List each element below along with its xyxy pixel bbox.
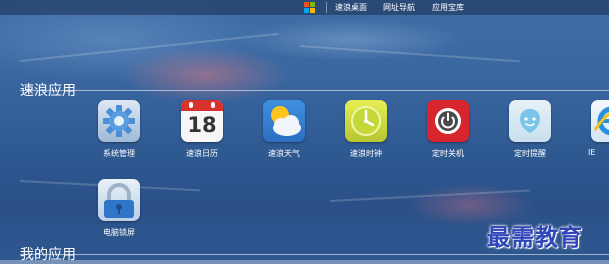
topbar-link-app-store[interactable]: 应用宝库	[432, 2, 464, 13]
background-streak	[329, 189, 530, 202]
topbar-link-navigation[interactable]: 网址导航	[383, 2, 415, 13]
app-system-management[interactable]: 系统管理	[89, 100, 149, 170]
topbar-link-desktop[interactable]: 速浪桌面	[335, 2, 367, 13]
watermark-text: 最需教育	[487, 224, 583, 251]
app-clock[interactable]: 速浪时钟	[336, 100, 396, 170]
calendar-icon: 18	[181, 100, 223, 142]
app-label: 速浪日历	[186, 149, 218, 158]
app-label: 系统管理	[103, 149, 135, 158]
topbar-separator	[326, 2, 327, 13]
app-label: 速浪天气	[268, 149, 300, 158]
clock-icon	[345, 100, 387, 142]
section-divider	[20, 90, 609, 91]
weather-icon	[263, 100, 305, 142]
app-calendar[interactable]: 18 速浪日历	[172, 100, 232, 170]
app-scheduled-shutdown[interactable]: 定时关机	[418, 100, 478, 170]
ie-icon	[591, 100, 609, 142]
gear-icon	[98, 100, 140, 142]
calendar-day: 18	[187, 113, 217, 137]
reminder-icon	[509, 100, 551, 142]
app-ie[interactable]: IE	[582, 100, 609, 170]
app-label: IE	[588, 148, 596, 157]
bottom-strip	[0, 260, 609, 264]
app-weather[interactable]: 速浪天气	[254, 100, 314, 170]
app-label: 定时提醒	[514, 149, 546, 158]
section-divider	[20, 254, 609, 255]
power-icon	[427, 100, 469, 142]
app-label: 电脑锁屏	[103, 228, 135, 237]
app-lock-screen[interactable]: 电脑锁屏	[89, 179, 149, 249]
background-streak	[299, 45, 520, 63]
top-bar: 速浪桌面 网址导航 应用宝库	[0, 0, 609, 15]
app-label: 速浪时钟	[350, 149, 382, 158]
background-streak	[19, 32, 279, 62]
windows-logo-icon[interactable]	[304, 2, 315, 13]
lock-icon	[98, 179, 140, 221]
app-label: 定时关机	[432, 149, 464, 158]
app-scheduled-reminder[interactable]: 定时提醒	[500, 100, 560, 170]
